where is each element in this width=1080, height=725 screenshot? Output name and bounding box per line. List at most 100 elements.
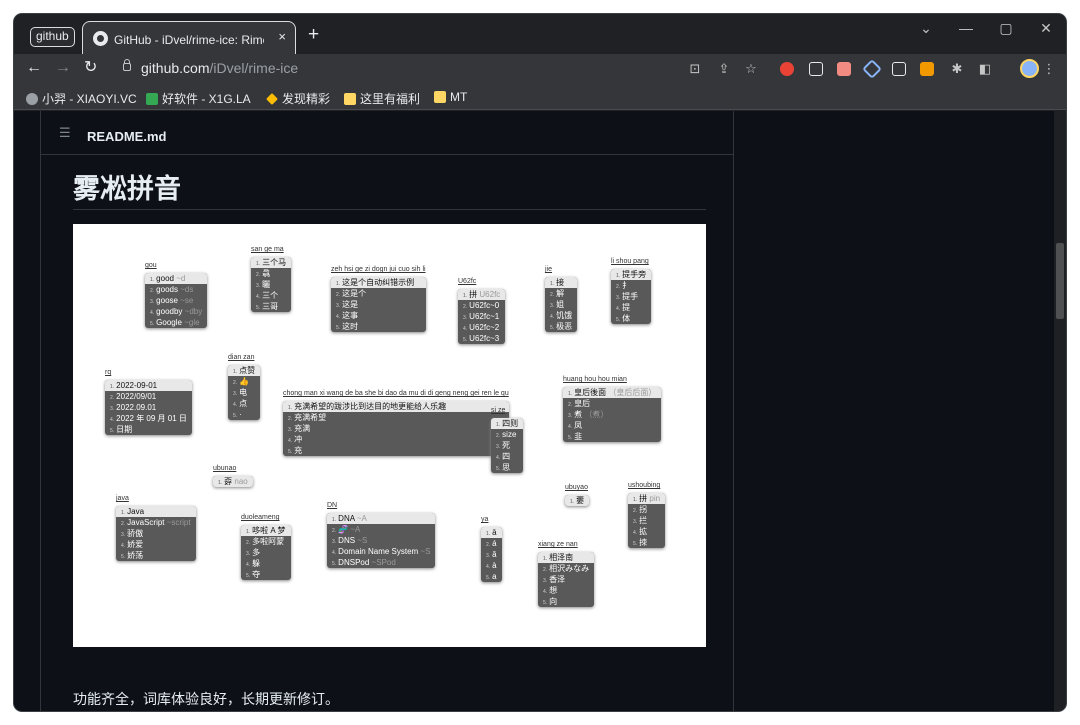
side-panel-icon[interactable]: ◧	[976, 61, 994, 77]
back-button[interactable]: ←	[26, 59, 42, 77]
candidate-index: 1.	[121, 510, 126, 516]
tab-active[interactable]: GitHub - iDvel/rime-ice: Rime 配置 ×	[82, 21, 296, 54]
candidate-text: 嫑	[576, 496, 585, 505]
share-icon[interactable]: ⇪	[715, 61, 733, 77]
tab-close-icon[interactable]: ×	[278, 29, 286, 44]
github-icon	[93, 31, 108, 46]
candidate-item: 3. DNS ~S	[327, 535, 435, 546]
outline-list-icon[interactable]: ☰	[59, 126, 71, 139]
minimize-button[interactable]: —	[954, 20, 978, 36]
bookmark-item[interactable]: 小羿 - XIAOYI.VC	[26, 90, 137, 107]
candidate-text: 拼	[639, 494, 648, 503]
candidate-item: 1. good ~d	[145, 273, 208, 284]
readme-filename[interactable]: README.md	[87, 129, 166, 144]
candidate-list: 1. 皇后後面 （皇后后面） 2. 皇后 3. 煮 （煮） 4. 凤 5. 韭	[563, 387, 662, 442]
tab-search-icon[interactable]: ⌄	[914, 20, 938, 37]
candidate-index: 3.	[568, 413, 573, 419]
extension-orange-icon[interactable]	[920, 62, 934, 76]
bookmark-item[interactable]: 好软件 - X1G.LA	[146, 90, 251, 107]
input-code: java	[116, 495, 129, 502]
candidate-text: 2022.09.01	[116, 403, 157, 412]
candidate-item: 2. 👍	[228, 376, 260, 387]
candidate-index: 2.	[543, 567, 548, 573]
extension-heart-icon[interactable]	[837, 62, 851, 76]
new-tab-button[interactable]: +	[308, 25, 319, 45]
candidate-index: 3.	[486, 553, 491, 559]
candidate-item: 5. a	[481, 571, 502, 582]
candidate-item: 3. 骄傲	[116, 528, 196, 539]
candidate-index: 5.	[233, 413, 238, 419]
forward-button[interactable]: →	[55, 59, 71, 77]
candidate-hint: ~SPod	[369, 558, 396, 567]
bookmark-folder[interactable]: 这里有福利	[344, 90, 420, 107]
candidate-index: 1.	[616, 273, 621, 279]
profile-avatar[interactable]	[1020, 59, 1039, 78]
candidate-text: 皇后	[574, 399, 591, 408]
candidate-text: ·	[239, 410, 242, 419]
readme-description: 功能齐全，词库体验良好，长期更新修订。	[73, 691, 339, 707]
extensions-puzzle-icon[interactable]: ✱	[948, 61, 966, 77]
candidate-text: 充满希望	[294, 413, 327, 422]
candidate-item: 2. 解	[545, 288, 577, 299]
install-app-icon[interactable]: ⊡	[686, 61, 704, 77]
candidate-index: 3.	[550, 303, 555, 309]
candidate-text: 提	[622, 303, 631, 312]
candidate-text: 皇后後面	[574, 388, 607, 397]
bookmark-favicon	[146, 93, 158, 105]
candidate-index: 4.	[486, 564, 491, 570]
bookmark-folder[interactable]: MT	[434, 90, 467, 104]
candidate-text: 充	[294, 446, 303, 455]
candidate-hint: ~A	[348, 525, 361, 534]
candidate-index: 2.	[486, 542, 491, 548]
extension-box-icon[interactable]	[892, 62, 906, 76]
tab-group-label[interactable]: github	[30, 27, 75, 47]
candidate-item: 1. 充满希望的跋涉比到达目的地更能给人乐趣	[283, 401, 509, 412]
candidate-item: 1. Java	[116, 506, 196, 517]
right-sidebar	[734, 111, 1054, 711]
candidate-text: 哆啦 A 梦	[252, 526, 286, 535]
candidate-item: 5. Google ~gle	[145, 317, 207, 328]
candidate-text: Google	[156, 318, 182, 327]
candidate-item: 4. 提	[611, 302, 651, 313]
candidate-text: 这是	[342, 300, 359, 309]
candidate-index: 4.	[256, 294, 261, 300]
scrollbar-thumb[interactable]	[1056, 243, 1064, 319]
candidate-index: 5.	[568, 435, 573, 441]
input-code: U62fc	[458, 278, 477, 285]
extension-red-icon[interactable]	[780, 62, 794, 76]
candidate-index: 1.	[110, 384, 115, 390]
page-scrollbar[interactable]	[1054, 111, 1066, 711]
candidate-text: 娇爱	[127, 540, 144, 549]
candidate-item: 3. 拦	[628, 515, 665, 526]
extension-layers-icon[interactable]	[862, 59, 882, 79]
candidate-text: 提手旁	[622, 270, 647, 279]
candidate-popup: zeh hsi ge zi dogn jui cuo sih li 1. 这是个自动…	[331, 266, 426, 332]
extension-glasses-icon[interactable]	[809, 62, 823, 76]
bookmark-star-icon[interactable]: ☆	[742, 61, 760, 77]
candidate-index: 1.	[150, 277, 155, 283]
candidate-index: 2.	[336, 292, 341, 298]
lock-icon[interactable]	[123, 59, 131, 71]
candidate-text: 煮	[574, 410, 583, 419]
candidate-index: 5.	[336, 325, 341, 331]
tab-strip: github GitHub - iDvel/rime-ice: Rime 配置 …	[14, 14, 1066, 54]
bookmark-item[interactable]: 发现精彩	[266, 90, 330, 107]
candidate-item: 2. 拐	[628, 504, 665, 515]
candidate-index: 5.	[633, 541, 638, 547]
candidate-index: 4.	[616, 306, 621, 312]
candidate-index: 3.	[110, 406, 115, 412]
restore-button[interactable]: ▢	[994, 20, 1018, 37]
candidate-text: ā	[492, 528, 497, 537]
input-code: ubunao	[213, 465, 237, 472]
menu-dots-icon[interactable]: ⋮	[1040, 61, 1058, 77]
candidate-popup: ushoubing 1. 拼 pin 2. 拐 3. 拦 4. 拡 5. 拺	[628, 482, 666, 548]
candidate-text: 拐	[639, 505, 648, 514]
candidate-popup: xiang ze nan 1. 相泽南 2. 相沢みなみ 3. 香泽 4. 想 5. 向	[538, 541, 595, 607]
candidate-item: 5. 拺	[628, 537, 665, 548]
candidate-item: 4. goodby ~dby	[145, 306, 207, 317]
candidate-item: 1. 哆啦 A 梦	[241, 525, 291, 536]
close-button[interactable]: ✕	[1034, 20, 1058, 37]
candidate-index: 1.	[633, 497, 638, 503]
reload-button[interactable]: ↻	[84, 59, 97, 77]
address-bar[interactable]: github.com/iDvel/rime-ice	[141, 60, 298, 76]
